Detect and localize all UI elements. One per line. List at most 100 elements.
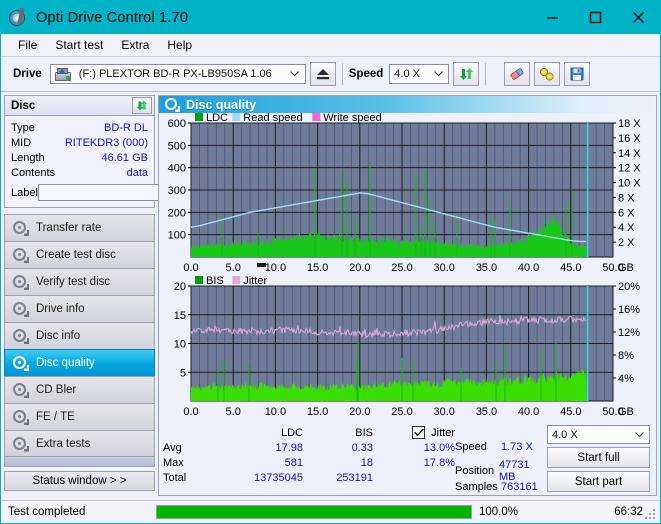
panel-title: Disc quality [186, 97, 257, 112]
sidebar-item-disc-info[interactable]: Disc info [4, 322, 155, 349]
menu-extra[interactable]: Extra [112, 36, 158, 54]
svg-text:10.0: 10.0 [265, 406, 286, 418]
svg-text:45.0: 45.0 [560, 262, 581, 274]
disc-type-value: BD-R DL [103, 121, 148, 134]
disc-length-key: Length [11, 151, 45, 164]
verify-test-disc-icon [13, 275, 29, 290]
window-controls [531, 1, 660, 34]
table-row: Max 581 18 17.8% [163, 455, 455, 470]
transfer-rate-icon [13, 221, 29, 236]
resize-grip[interactable] [645, 509, 656, 520]
disc-label-key: Label [11, 186, 38, 199]
sidebar-label: Verify test disc [36, 276, 111, 288]
svg-text:20: 20 [174, 281, 186, 293]
disc-quality-icon [13, 356, 29, 371]
main-body: Disc Type BD-R DL MID RITEKDR3 (000) Len… [1, 92, 660, 496]
sidebar-item-fe-te[interactable]: FE / TE [4, 403, 155, 430]
progress-bar [156, 504, 472, 519]
svg-text:20.0: 20.0 [349, 262, 370, 274]
minimize-icon[interactable] [531, 1, 574, 34]
drive-label: Drive [13, 68, 42, 80]
sidebar-label: CD Bler [36, 384, 77, 396]
svg-text:0.0: 0.0 [183, 262, 198, 274]
disc-panel-header: Disc [4, 95, 155, 115]
svg-text:25.0: 25.0 [391, 406, 412, 418]
window-title: Opti Drive Control 1.70 [36, 9, 189, 26]
svg-text:5.0: 5.0 [226, 406, 241, 418]
speed-select-value: 4.0 X [394, 68, 420, 80]
sidebar-label: Extra tests [36, 437, 91, 450]
disc-label-row: Label [11, 183, 239, 202]
application-window: Opti Drive Control 1.70 File Start test … [0, 0, 661, 524]
sidebar-item-create-test-disc[interactable]: Create test disc [4, 241, 155, 268]
disc-length-value: 46.61 GB [101, 151, 148, 164]
erase-button[interactable] [504, 62, 531, 86]
menu-help[interactable]: Help [158, 36, 201, 54]
close-icon[interactable] [617, 1, 660, 34]
sidebar-item-drive-info[interactable]: Drive info [4, 295, 155, 322]
svg-text:4 X: 4 X [618, 222, 635, 234]
sidebar-item-verify-test-disc[interactable]: Verify test disc [4, 268, 155, 295]
sidebar-item-cd-bler[interactable]: CD Bler [4, 376, 155, 403]
disc-contents-key: Contents [11, 166, 56, 179]
svg-text:GB: GB [618, 262, 634, 274]
svg-text:16%: 16% [618, 304, 640, 316]
disc-mid-value: RITEKDR3 (000) [64, 136, 148, 149]
header-jitter-cell: Jitter [373, 425, 455, 440]
run-controls: Speed 1.73 X Position 47731 MB Samples 7… [455, 425, 652, 495]
svg-text:12 X: 12 X [618, 163, 641, 175]
table-row: Avg 17.98 0.33 13.0% [163, 440, 455, 455]
header-ldc: LDC [280, 426, 303, 439]
drive-toolbar: Drive (F:) PLEXTOR BD-R PX-LB950SA 1.06 … [1, 57, 660, 92]
refresh-button[interactable] [453, 62, 480, 86]
disc-row-length: Length 46.61 GB [11, 150, 148, 165]
statistics-area: LDC BIS Jitter Avg 17.98 0.33 13.0% Max … [159, 423, 656, 495]
run-samples-key: Samples [455, 481, 498, 493]
svg-text:BIS: BIS [206, 275, 224, 287]
maximize-icon[interactable] [574, 1, 617, 34]
menu-bar: File Start test Extra Help [1, 34, 660, 57]
speed-select[interactable]: 4.0 X [389, 64, 450, 84]
menu-file[interactable]: File [9, 36, 46, 54]
extra-tests-icon [13, 436, 29, 452]
sidebar-item-transfer-rate[interactable]: Transfer rate [4, 214, 155, 241]
svg-text:30.0: 30.0 [433, 262, 454, 274]
status-text: Test completed [8, 505, 86, 518]
app-disc-icon [9, 7, 29, 28]
tools-button[interactable] [534, 62, 561, 86]
jitter-checkbox[interactable] [412, 426, 426, 439]
svg-text:45.0: 45.0 [560, 406, 581, 418]
svg-text:16 X: 16 X [618, 133, 641, 145]
svg-text:Write speed: Write speed [323, 113, 382, 124]
svg-text:14 X: 14 X [618, 148, 641, 160]
run-samples-value: 763161 [501, 481, 538, 493]
svg-text:2 X: 2 X [618, 237, 635, 249]
sidebar-item-extra-tests[interactable]: Extra tests [4, 430, 155, 457]
svg-text:25.0: 25.0 [391, 262, 412, 274]
sidebar-label: Disc quality [36, 357, 95, 369]
eject-button[interactable] [309, 62, 336, 86]
save-button[interactable] [564, 62, 591, 86]
row-key-avg: Avg [163, 441, 182, 454]
run-speed-key: Speed [455, 441, 487, 453]
start-full-label: Start full [577, 451, 620, 464]
cd-bler-icon [13, 383, 29, 398]
menu-start-test[interactable]: Start test [46, 36, 112, 54]
start-part-button[interactable]: Start part [547, 471, 650, 492]
panel-header: Disc quality [159, 96, 656, 113]
disc-refresh-button[interactable] [132, 97, 152, 114]
start-full-button[interactable]: Start full [547, 447, 650, 468]
sidebar-item-disc-quality[interactable]: Disc quality [4, 349, 155, 376]
drive-icon [54, 67, 71, 81]
run-speed-select[interactable]: 4.0 X [547, 425, 650, 444]
fe-te-icon [13, 410, 29, 425]
header-bis: BIS [355, 426, 373, 439]
sidebar-label: FE / TE [36, 411, 75, 423]
avg-bis: 0.33 [351, 441, 373, 454]
drive-select[interactable]: (F:) PLEXTOR BD-R PX-LB950SA 1.06 [49, 64, 306, 84]
status-window-button[interactable]: Status window > > [4, 471, 155, 491]
error-statistics: LDC BIS Jitter Avg 17.98 0.33 13.0% Max … [163, 425, 455, 495]
test-nav-list: Transfer rate Create test disc Verify te… [4, 214, 155, 457]
run-speed-select-value: 4.0 X [552, 428, 578, 441]
run-position-key: Position [455, 465, 495, 477]
